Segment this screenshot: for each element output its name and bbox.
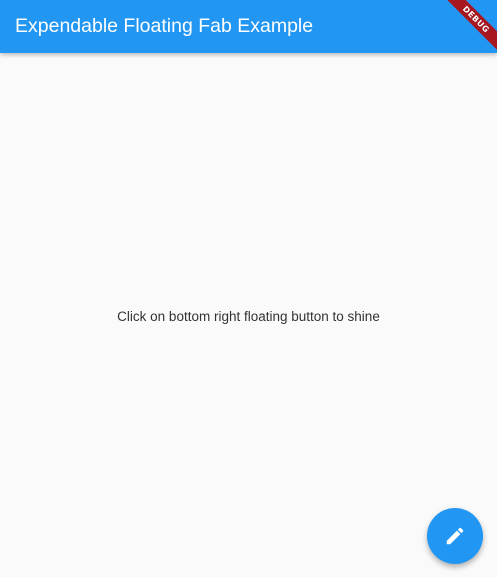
floating-action-button[interactable]: [427, 508, 483, 564]
edit-icon: [444, 525, 466, 547]
app-title: Expendable Floating Fab Example: [15, 15, 314, 37]
app-bar: Expendable Floating Fab Example: [0, 0, 497, 53]
instruction-text: Click on bottom right floating button to…: [117, 309, 380, 324]
page-body: Click on bottom right floating button to…: [0, 53, 497, 577]
